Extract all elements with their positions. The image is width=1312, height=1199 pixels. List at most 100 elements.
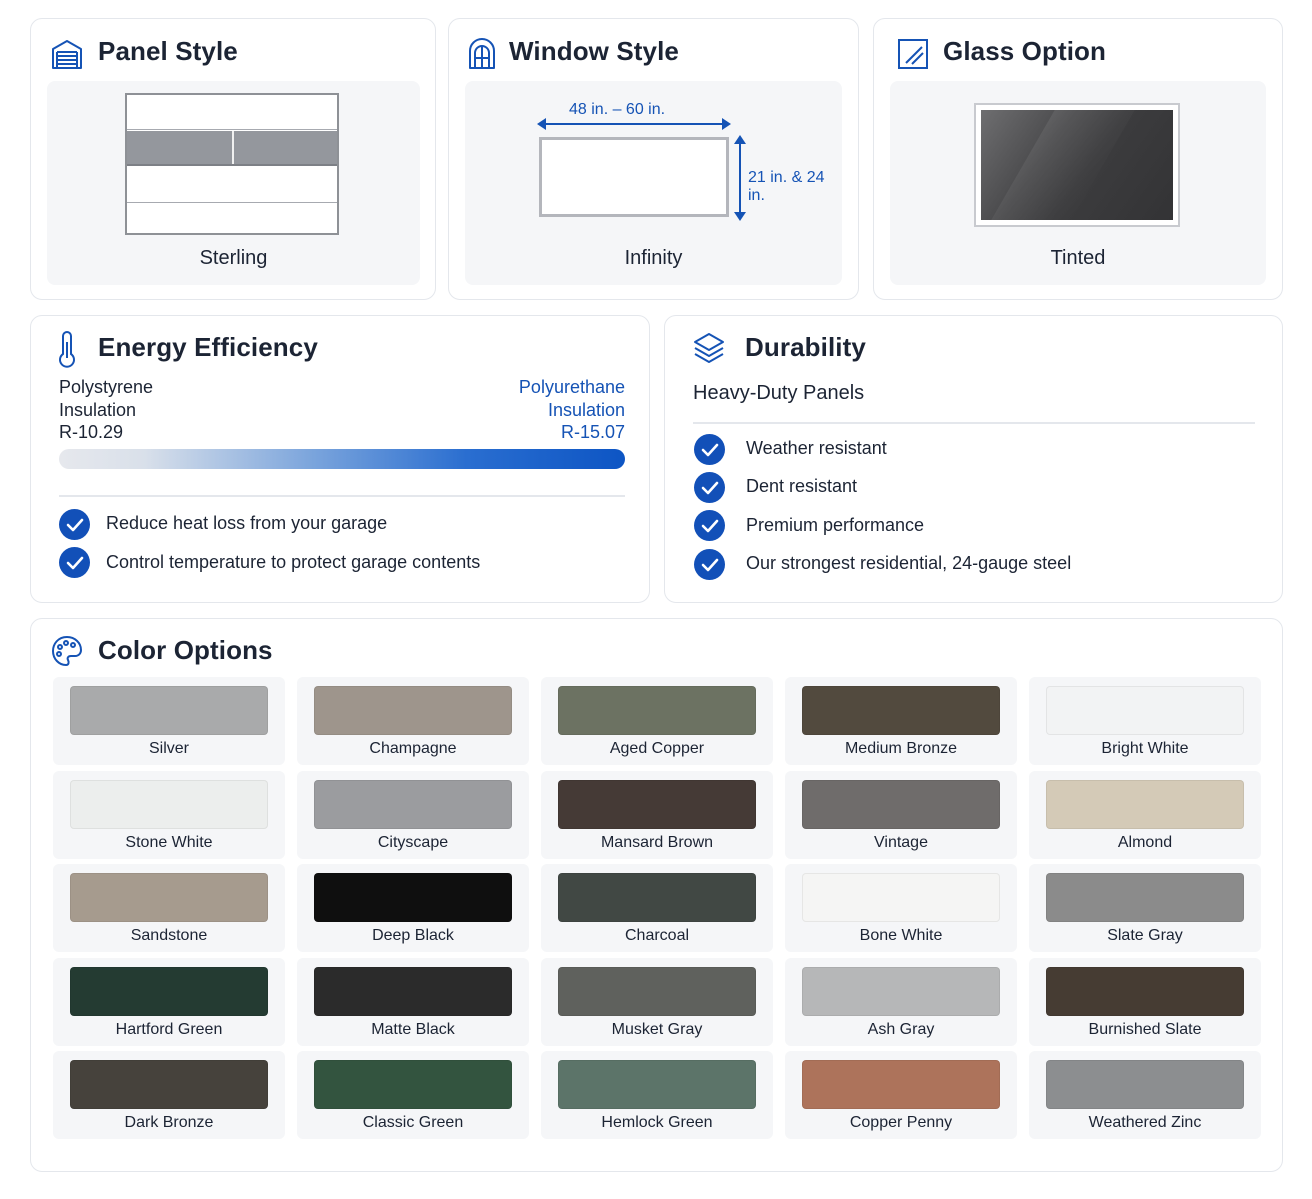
durability-subtitle: Heavy-Duty Panels <box>693 382 865 404</box>
check-icon <box>694 434 725 465</box>
color-swatch <box>1046 780 1244 829</box>
color-option-classic-green[interactable]: Classic Green <box>297 1051 529 1139</box>
window-style-card: Window Style 48 in. – 60 in. 21 in. & 24… <box>448 18 859 300</box>
glass-option-card: Glass Option Tinted <box>873 18 1283 300</box>
insulation-gradient-bar <box>59 449 625 469</box>
color-option-cityscape[interactable]: Cityscape <box>297 771 529 859</box>
color-name: Weathered Zinc <box>1088 1114 1202 1131</box>
panel-style-title: Panel Style <box>98 36 238 66</box>
width-dimension-arrow <box>537 118 731 130</box>
color-option-champagne[interactable]: Champagne <box>297 677 529 765</box>
color-option-sandstone[interactable]: Sandstone <box>53 864 285 952</box>
color-option-slate-gray[interactable]: Slate Gray <box>1029 864 1261 952</box>
color-swatch <box>70 1060 268 1109</box>
color-option-dark-bronze[interactable]: Dark Bronze <box>53 1051 285 1139</box>
color-option-weathered-zinc[interactable]: Weathered Zinc <box>1029 1051 1261 1139</box>
check-icon <box>59 547 90 578</box>
color-name: Classic Green <box>362 1114 464 1131</box>
sterling-door-graphic <box>125 93 339 235</box>
durability-feature-text: Premium performance <box>746 515 925 535</box>
color-swatch <box>314 873 512 922</box>
energy-efficiency-title: Energy Efficiency <box>98 332 318 362</box>
panel-style-card: Panel Style Sterling <box>30 18 436 300</box>
color-option-bone-white[interactable]: Bone White <box>785 864 1017 952</box>
color-option-hartford-green[interactable]: Hartford Green <box>53 958 285 1046</box>
durability-title: Durability <box>745 332 866 362</box>
color-options-card: Color Options Silver Champagne Aged Copper… <box>30 618 1283 1172</box>
thermometer-icon <box>50 330 84 368</box>
color-swatch <box>558 967 756 1016</box>
color-swatch <box>802 686 1000 735</box>
color-name: Hartford Green <box>115 1021 223 1038</box>
color-option-vintage[interactable]: Vintage <box>785 771 1017 859</box>
durability-card: Durability Heavy-Duty Panels Weather res… <box>664 315 1283 603</box>
durability-feature-text: Dent resistant <box>746 476 858 496</box>
color-name: Aged Copper <box>609 740 705 757</box>
glass-option-option[interactable]: Tinted <box>890 81 1266 285</box>
color-name: Copper Penny <box>849 1114 953 1131</box>
color-name: Deep Black <box>372 927 454 944</box>
color-option-matte-black[interactable]: Matte Black <box>297 958 529 1046</box>
color-options-title: Color Options <box>98 635 273 665</box>
color-option-deep-black[interactable]: Deep Black <box>297 864 529 952</box>
color-option-almond[interactable]: Almond <box>1029 771 1261 859</box>
color-name: Mansard Brown <box>600 834 714 851</box>
color-swatch <box>802 967 1000 1016</box>
durability-feature-text: Our strongest residential, 24-gauge stee… <box>746 553 1072 573</box>
color-name: Almond <box>1117 834 1173 851</box>
polyurethane-insulation-label: Polyurethane Insulation R-15.07 <box>518 377 625 442</box>
color-name: Bright White <box>1101 740 1189 757</box>
check-icon <box>694 472 725 503</box>
color-option-burnished-slate[interactable]: Burnished Slate <box>1029 958 1261 1046</box>
color-swatch <box>314 1060 512 1109</box>
color-name: Charcoal <box>624 927 690 944</box>
color-option-stone-white[interactable]: Stone White <box>53 771 285 859</box>
color-option-hemlock-green[interactable]: Hemlock Green <box>541 1051 773 1139</box>
color-name: Burnished Slate <box>1088 1021 1202 1038</box>
color-option-silver[interactable]: Silver <box>53 677 285 765</box>
height-dimension-arrow <box>734 135 746 221</box>
glass-option-title: Glass Option <box>943 36 1107 66</box>
color-option-musket-gray[interactable]: Musket Gray <box>541 958 773 1046</box>
glass-option-label: Tinted <box>1050 247 1106 269</box>
window-height-label: 21 in. & 24 in. <box>748 169 825 204</box>
energy-efficiency-card: Energy Efficiency Polystyrene Insulation R… <box>30 315 650 603</box>
arched-window-icon <box>465 37 499 71</box>
color-name: Sandstone <box>130 927 208 944</box>
check-icon <box>59 509 90 540</box>
color-swatch <box>70 780 268 829</box>
color-option-aged-copper[interactable]: Aged Copper <box>541 677 773 765</box>
color-swatch <box>314 686 512 735</box>
check-icon <box>694 510 725 541</box>
color-swatch <box>1046 1060 1244 1109</box>
color-swatch <box>802 780 1000 829</box>
energy-feature-text: Reduce heat loss from your garage <box>106 513 388 533</box>
color-swatch <box>314 780 512 829</box>
color-swatch <box>558 780 756 829</box>
color-name: Matte Black <box>371 1021 455 1038</box>
color-name: Musket Gray <box>611 1021 703 1038</box>
window-style-option[interactable]: 48 in. – 60 in. 21 in. & 24 in. Infinity <box>465 81 842 285</box>
color-option-bright-white[interactable]: Bright White <box>1029 677 1261 765</box>
polystyrene-insulation-label: Polystyrene Insulation R-10.29 <box>59 377 154 442</box>
color-name: Dark Bronze <box>124 1114 214 1131</box>
color-option-copper-penny[interactable]: Copper Penny <box>785 1051 1017 1139</box>
color-option-charcoal[interactable]: Charcoal <box>541 864 773 952</box>
infinity-window-graphic <box>539 137 729 217</box>
panel-style-option[interactable]: Sterling <box>47 81 420 285</box>
color-swatch <box>70 686 268 735</box>
color-name: Slate Gray <box>1107 927 1183 944</box>
durability-divider <box>693 422 1255 424</box>
color-option-medium-bronze[interactable]: Medium Bronze <box>785 677 1017 765</box>
color-name: Stone White <box>125 834 213 851</box>
color-swatch <box>1046 873 1244 922</box>
color-swatch <box>314 967 512 1016</box>
color-option-ash-gray[interactable]: Ash Gray <box>785 958 1017 1046</box>
check-icon <box>694 549 725 580</box>
color-name: Ash Gray <box>867 1021 935 1038</box>
color-option-mansard-brown[interactable]: Mansard Brown <box>541 771 773 859</box>
color-swatch <box>558 873 756 922</box>
color-swatch <box>1046 967 1244 1016</box>
color-name: Vintage <box>874 834 928 851</box>
color-swatch <box>1046 686 1244 735</box>
